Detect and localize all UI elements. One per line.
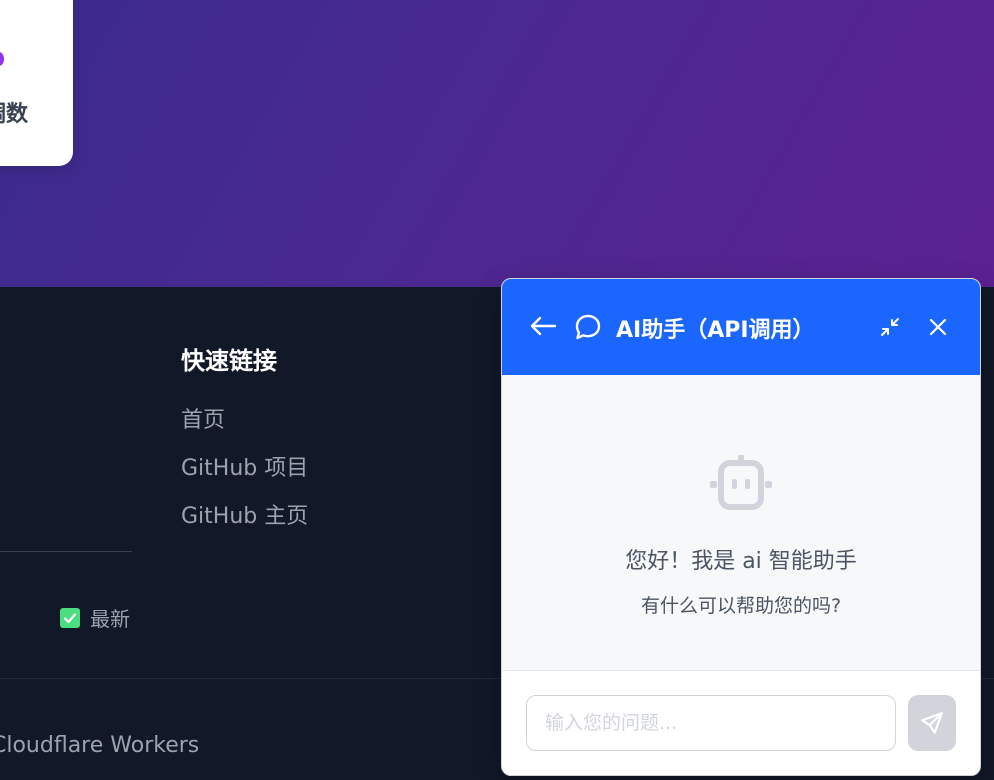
- send-button[interactable]: [908, 695, 956, 751]
- powered-by-text: Cloudflare Workers: [0, 733, 200, 758]
- footer-divider: [0, 551, 132, 552]
- welcome-subtitle: 有什么可以帮助您的吗?: [640, 595, 842, 617]
- checkbox-checked-icon: [60, 607, 80, 628]
- latest-badge: 最新: [60, 603, 130, 632]
- footer-link-github-home[interactable]: GitHub 主页: [181, 498, 308, 530]
- footer-link-home[interactable]: 首页: [181, 402, 225, 434]
- robot-icon: [710, 455, 772, 510]
- chat-header: AI助手（API调用）: [502, 279, 980, 375]
- stat-card: 调数: [0, 0, 73, 166]
- quick-links-title: 快速链接: [181, 347, 277, 375]
- close-icon[interactable]: [926, 315, 950, 339]
- latest-label: 最新: [90, 607, 130, 631]
- stat-indicator-dot: [0, 52, 4, 66]
- arrow-left-icon[interactable]: [528, 309, 558, 343]
- chat-title: AI助手（API调用）: [616, 318, 815, 343]
- minimize-icon[interactable]: [878, 315, 902, 339]
- chat-bubble-icon: [575, 314, 601, 340]
- footer-link-github-project[interactable]: GitHub 项目: [181, 450, 308, 482]
- hero-banner: 调数: [0, 0, 994, 287]
- chat-messages-area: 您好！我是 ai 智能助手 有什么可以帮助您的吗?: [502, 375, 980, 670]
- stat-label: 调数: [0, 102, 29, 127]
- chat-input-area: [502, 670, 980, 775]
- ai-chat-panel: AI助手（API调用） 您好！我是 ai 智能助手 有什么可以帮助您的吗?: [501, 278, 981, 776]
- welcome-title: 您好！我是 ai 智能助手: [625, 549, 857, 574]
- chat-question-input[interactable]: [526, 695, 896, 751]
- send-icon: [921, 712, 943, 734]
